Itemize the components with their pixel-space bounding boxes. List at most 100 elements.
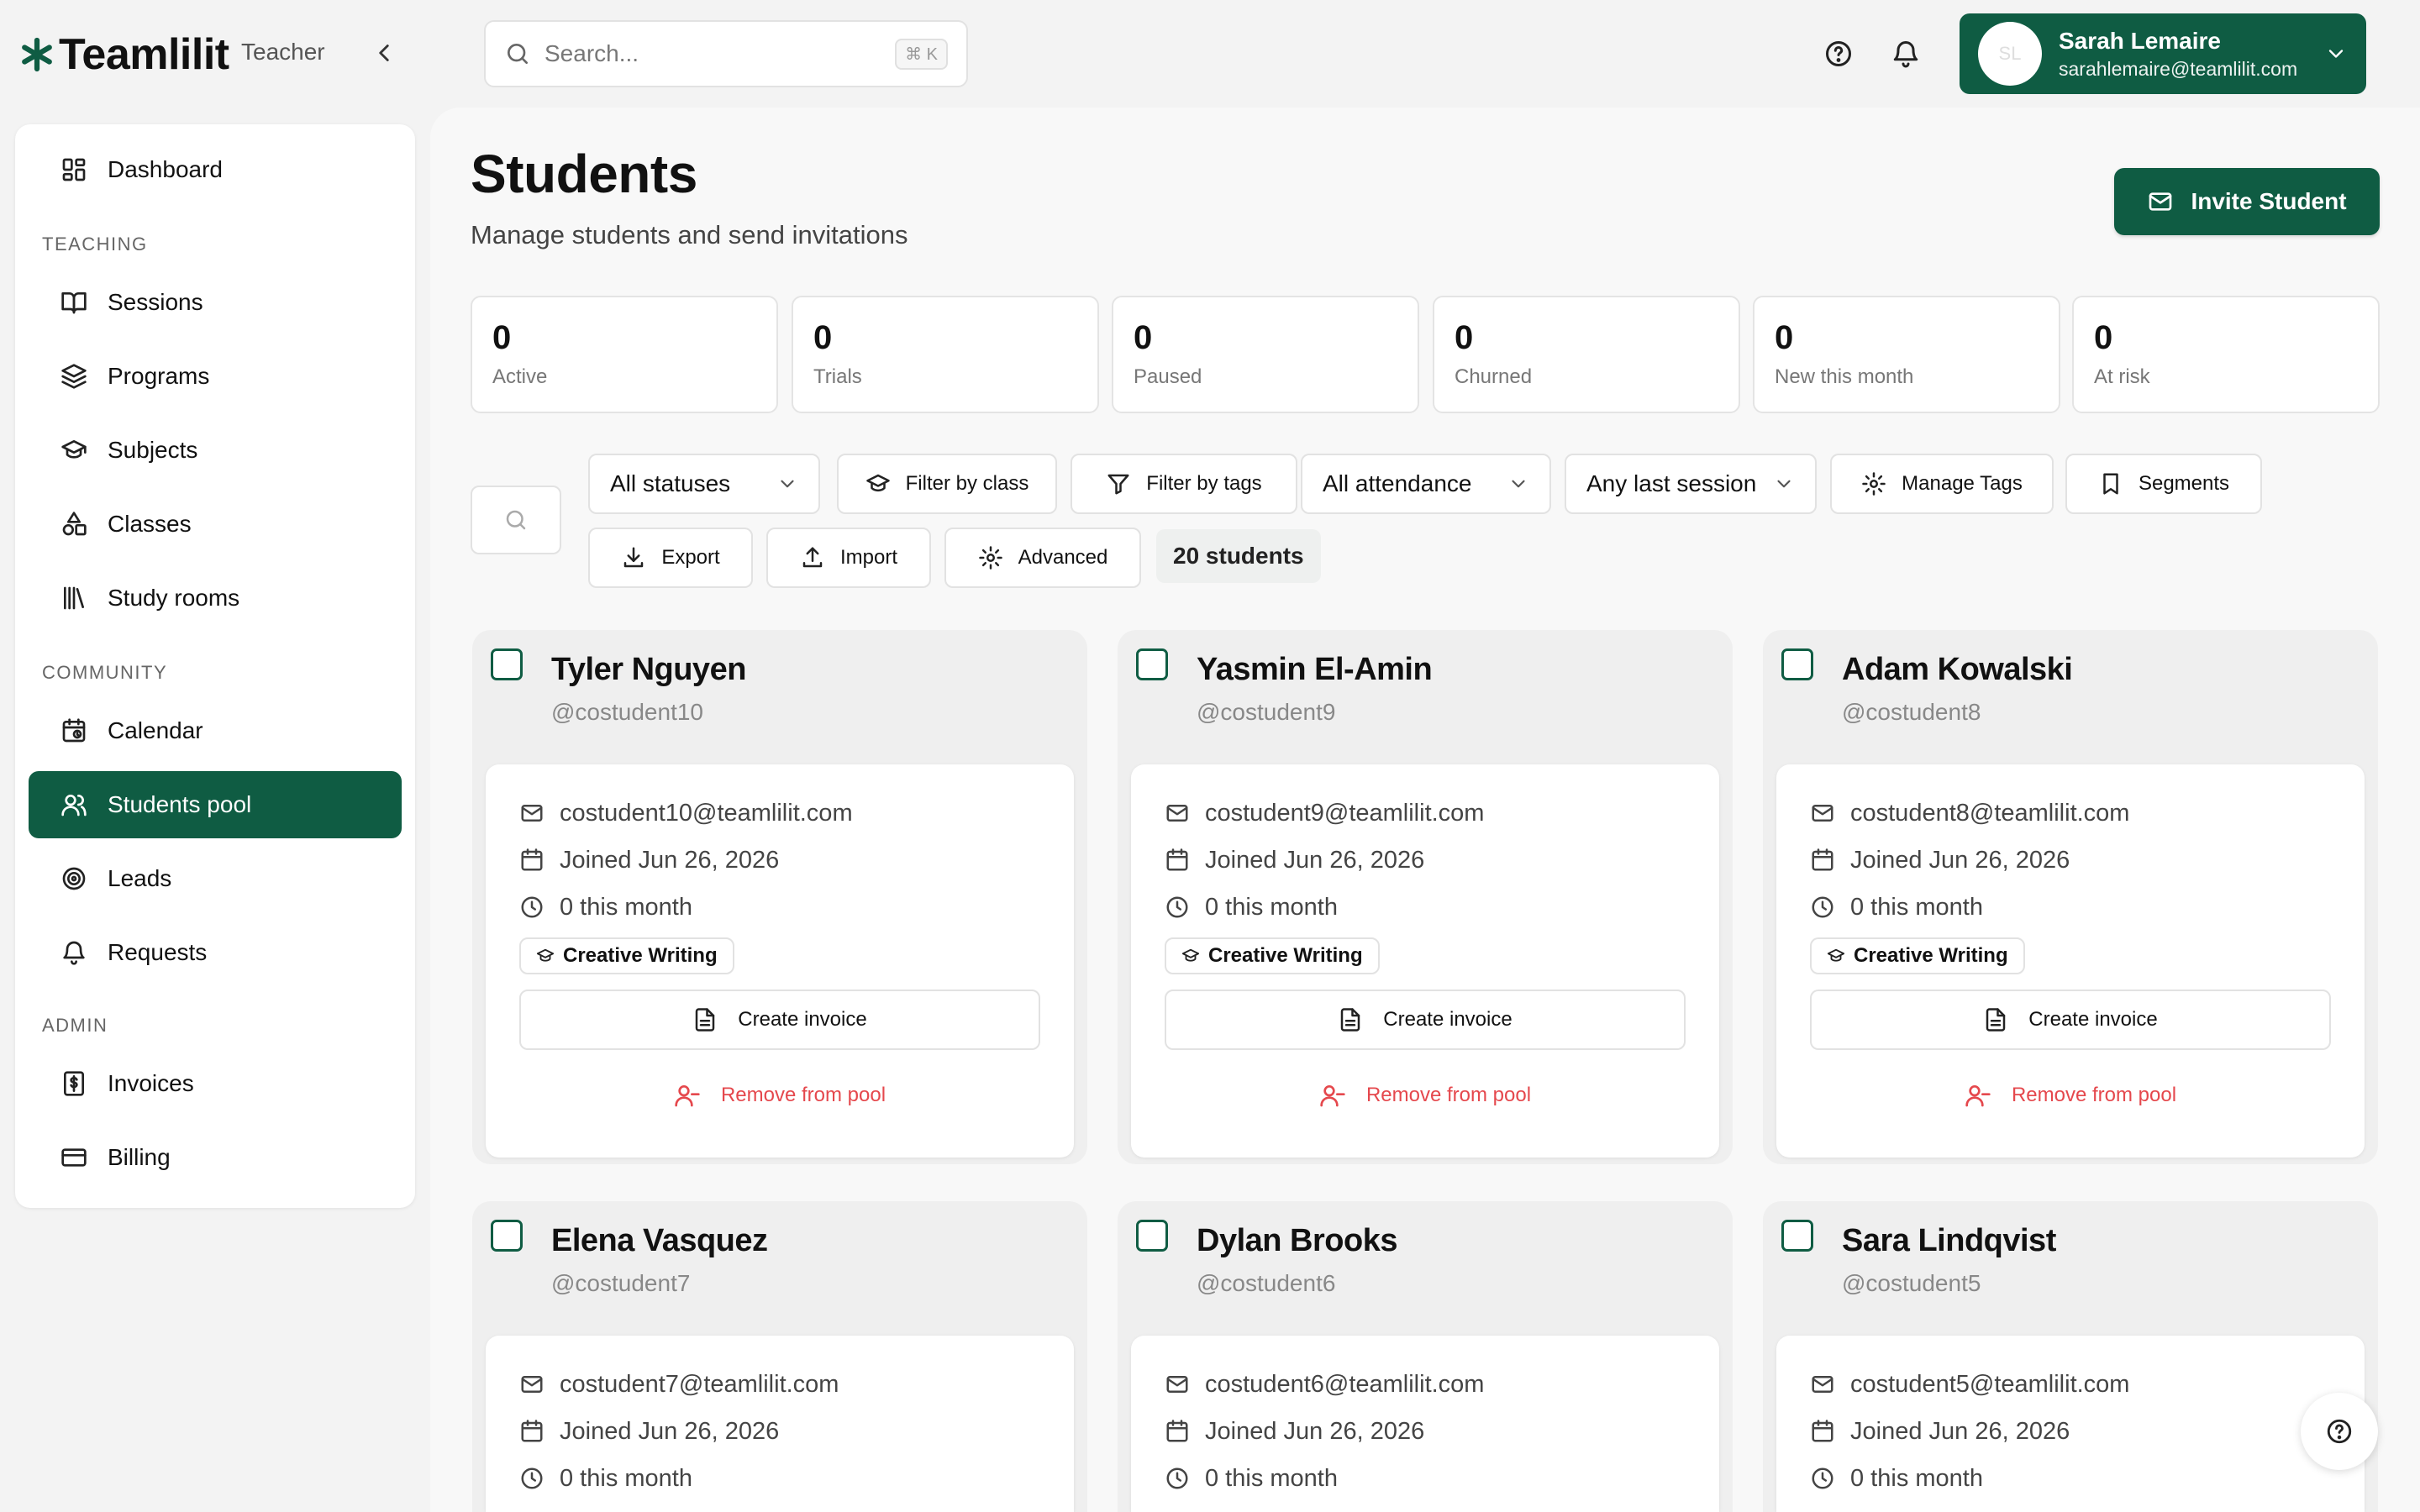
remove-from-pool-button[interactable]: Remove from pool: [1165, 1072, 1686, 1119]
sidebar-item-calendar[interactable]: Calendar: [29, 697, 402, 764]
student-details: costudent6@teamlilit.com Joined Jun 26, …: [1131, 1336, 1719, 1512]
clock-icon: [521, 896, 543, 918]
sidebar-item-label: Classes: [108, 511, 192, 537]
sidebar-item-programs[interactable]: Programs: [29, 343, 402, 410]
manage-tags-button[interactable]: Manage Tags: [1830, 454, 2054, 514]
shapes-icon: [62, 512, 87, 536]
create-invoice-label: Create invoice: [2028, 1008, 2158, 1031]
sidebar-item-classes[interactable]: Classes: [29, 491, 402, 558]
target-icon: [62, 867, 86, 890]
select-checkbox[interactable]: [1781, 648, 1813, 680]
student-name[interactable]: Dylan Brooks: [1197, 1223, 1397, 1259]
users-icon: [61, 795, 87, 816]
user-minus-icon: [1320, 1085, 1345, 1107]
export-button[interactable]: Export: [588, 528, 753, 588]
search-shortcut-badge: ⌘ K: [895, 38, 948, 70]
help-floating-button[interactable]: [2301, 1393, 2378, 1470]
user-menu[interactable]: SL Sarah Lemaire sarahlemaire@teamlilit.…: [1960, 13, 2366, 94]
stat-label: Active: [492, 365, 548, 388]
advanced-button[interactable]: Advanced: [944, 528, 1141, 588]
brand-logo[interactable]: Teamlilit: [18, 25, 229, 84]
student-month-sessions: 0 this month: [1850, 893, 1983, 921]
remove-from-pool-button[interactable]: Remove from pool: [1810, 1072, 2331, 1119]
student-name[interactable]: Adam Kowalski: [1842, 652, 2073, 688]
subject-tag-label: Creative Writing: [1854, 944, 2008, 967]
sidebar-item-requests[interactable]: Requests: [29, 919, 402, 986]
bell-notifications-icon[interactable]: [1891, 39, 1921, 69]
import-button[interactable]: Import: [766, 528, 931, 588]
filter-search-button[interactable]: [471, 486, 561, 554]
stat-card-churned: 0 Churned: [1433, 296, 1740, 413]
sidebar-section-admin: ADMIN: [42, 1015, 108, 1036]
sidebar-item-leads[interactable]: Leads: [29, 845, 402, 912]
remove-from-pool-label: Remove from pool: [1365, 1084, 1532, 1106]
student-card: Yasmin El-Amin @costudent9 costudent9@te…: [1118, 630, 1733, 1164]
select-checkbox[interactable]: [1781, 1220, 1813, 1252]
sidebar-item-label: Requests: [108, 939, 208, 965]
user-minus-icon: [1965, 1085, 1991, 1107]
advanced-label: Advanced: [1018, 546, 1108, 569]
student-name[interactable]: Yasmin El-Amin: [1197, 652, 1433, 688]
help-icon[interactable]: [1823, 39, 1854, 69]
calendar-icon: [1166, 1420, 1188, 1442]
invite-student-button[interactable]: Invite Student: [2114, 168, 2380, 235]
subject-tag-label: Creative Writing: [563, 944, 718, 967]
status-select[interactable]: All statuses: [588, 454, 820, 514]
status-select-value: All statuses: [610, 470, 731, 496]
student-name[interactable]: Elena Vasquez: [551, 1223, 768, 1259]
file-text-icon: [1341, 1008, 1360, 1032]
sidebar-item-billing[interactable]: Billing: [29, 1124, 402, 1191]
file-text-icon: [696, 1008, 715, 1032]
student-email-row: costudent6@teamlilit.com: [1165, 1369, 1484, 1399]
clock-icon: [1166, 896, 1188, 918]
student-month-row: 0 this month: [1165, 892, 1338, 922]
select-checkbox[interactable]: [491, 648, 523, 680]
create-invoice-button[interactable]: Create invoice: [1810, 990, 2331, 1050]
credit-card-icon: [61, 1148, 87, 1167]
segments-button[interactable]: Segments: [2065, 454, 2262, 514]
student-card: Sara Lindqvist @costudent5 costudent5@te…: [1763, 1201, 2378, 1512]
sidebar-item-subjects[interactable]: Subjects: [29, 417, 402, 484]
filter-by-class-button[interactable]: Filter by class: [837, 454, 1057, 514]
sidebar-item-label: Calendar: [108, 717, 203, 743]
upload-icon: [802, 547, 823, 568]
clock-icon: [521, 1467, 543, 1489]
gear-icon: [978, 546, 1002, 570]
calendar-icon: [521, 848, 543, 871]
sidebar-item-sessions[interactable]: Sessions: [29, 269, 402, 336]
remove-from-pool-button[interactable]: Remove from pool: [519, 1072, 1040, 1119]
sidebar-item-study-rooms[interactable]: Study rooms: [29, 564, 402, 632]
calendar-icon: [1166, 848, 1188, 871]
select-checkbox[interactable]: [1136, 1220, 1168, 1252]
clock-icon: [1812, 896, 1833, 918]
sidebar-item-dashboard[interactable]: Dashboard: [29, 136, 402, 203]
filter-by-tags-label: Filter by tags: [1146, 472, 1262, 495]
create-invoice-button[interactable]: Create invoice: [519, 990, 1040, 1050]
student-email-row: costudent9@teamlilit.com: [1165, 798, 1484, 828]
asterisk-logo-icon: [22, 37, 52, 72]
sidebar-item-invoices[interactable]: Invoices: [29, 1050, 402, 1117]
student-joined-row: Joined Jun 26, 2026: [1165, 845, 1424, 875]
create-invoice-button[interactable]: Create invoice: [1165, 990, 1686, 1050]
student-month-sessions: 0 this month: [1205, 893, 1338, 921]
sidebar-section-teaching: TEACHING: [42, 234, 148, 255]
student-joined-row: Joined Jun 26, 2026: [519, 845, 779, 875]
select-checkbox[interactable]: [1136, 648, 1168, 680]
receipt-dollar-icon: [64, 1071, 84, 1096]
filter-by-tags-button[interactable]: Filter by tags: [1071, 454, 1297, 514]
student-name[interactable]: Sara Lindqvist: [1842, 1223, 2056, 1259]
student-month-sessions: 0 this month: [1205, 1464, 1338, 1492]
sidebar-item-students-pool[interactable]: Students pool: [29, 771, 402, 838]
student-card: Elena Vasquez @costudent7 costudent7@tea…: [472, 1201, 1087, 1512]
last-session-select[interactable]: Any last session: [1565, 454, 1817, 514]
collapse-sidebar-chevron-left-icon[interactable]: [370, 39, 398, 67]
student-email: costudent9@teamlilit.com: [1205, 799, 1485, 827]
search-input[interactable]: Search... ⌘ K: [484, 20, 968, 87]
student-joined: Joined Jun 26, 2026: [560, 846, 780, 874]
students-count-badge: 20 students: [1156, 529, 1321, 583]
select-checkbox[interactable]: [491, 1220, 523, 1252]
attendance-select[interactable]: All attendance: [1301, 454, 1551, 514]
student-name[interactable]: Tyler Nguyen: [551, 652, 746, 688]
student-details: costudent8@teamlilit.com Joined Jun 26, …: [1776, 764, 2365, 1158]
student-email-row: costudent8@teamlilit.com: [1810, 798, 2129, 828]
